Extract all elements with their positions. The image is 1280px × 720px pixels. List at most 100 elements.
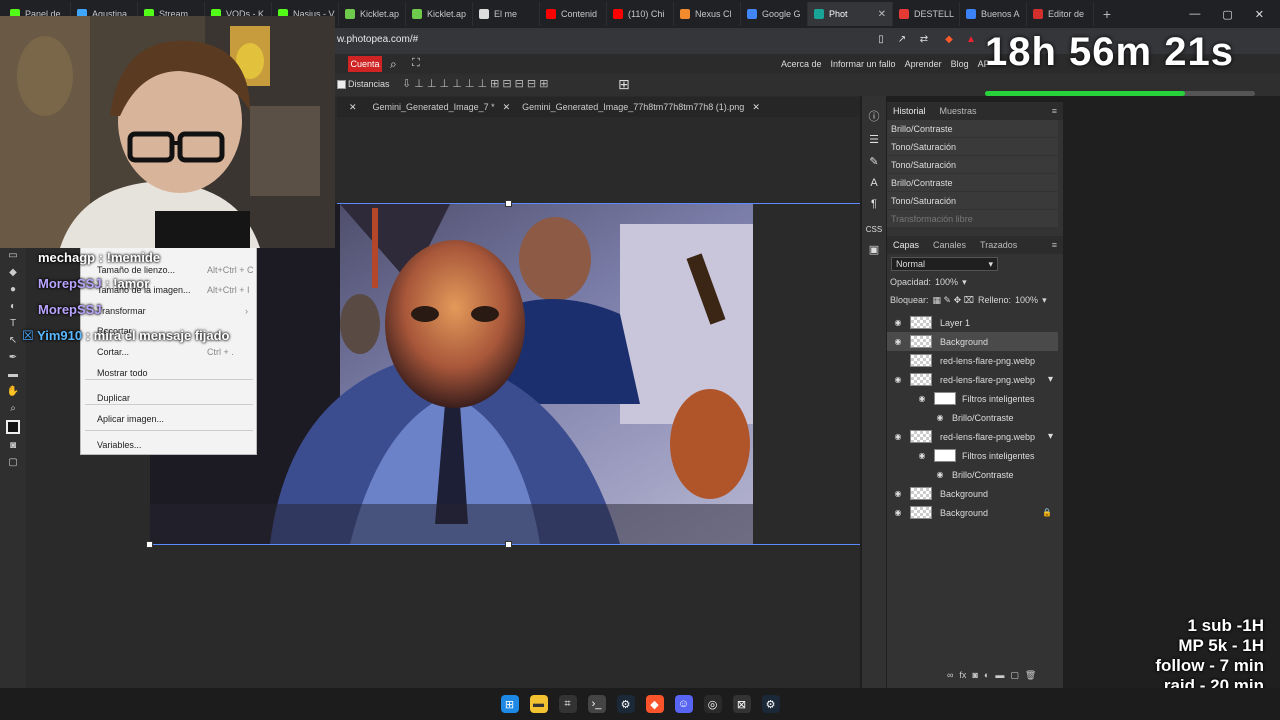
context-menu-item[interactable]: Mostrar todo (97, 368, 148, 378)
doc-tab-2[interactable]: Gemini_Generated_Image_77h8tm77h8tm77h8 … (522, 102, 744, 112)
browser-tab[interactable]: Nexus Cl (674, 2, 741, 26)
browser-tab[interactable]: Buenos A (960, 2, 1027, 26)
eye-icon[interactable]: ◉ (892, 375, 904, 384)
history-item[interactable]: Tono/Saturación (887, 138, 1058, 156)
xbox-icon[interactable]: ⊠ (732, 695, 751, 713)
doc-tab-close-icon[interactable]: ✕ (752, 102, 760, 113)
tab-close-icon[interactable]: ✕ (878, 9, 886, 20)
quick-mask-icon[interactable]: ◙ (10, 440, 16, 451)
layer-row[interactable]: ◉ Filtros inteligentes (887, 446, 1058, 465)
search-icon[interactable]: ⌕ (390, 57, 397, 72)
eye-icon[interactable]: ◉ (892, 318, 904, 327)
eye-icon[interactable]: ◉ (892, 508, 904, 517)
history-item[interactable]: Tono/Saturación (887, 156, 1058, 174)
image-icon[interactable]: ▣ (869, 243, 879, 256)
chevron-down-icon[interactable]: ▾ (1048, 374, 1053, 385)
browser-tab[interactable]: El me (473, 2, 540, 26)
zoom-tool-icon[interactable]: ⌕ (10, 403, 16, 414)
eye-icon[interactable]: ◉ (892, 337, 904, 346)
hand-tool-icon[interactable]: ✋ (7, 386, 19, 397)
share-icon[interactable]: ↗ (896, 34, 908, 46)
blur-tool-icon[interactable]: ● (10, 284, 16, 295)
eye-icon[interactable]: ◉ (916, 394, 928, 403)
brush-settings-icon[interactable]: ✎ (869, 155, 878, 168)
align-icon[interactable]: ⇩ ⊥ ⊥ ⊥ ⊥ ⊥ ⊥ ⊞ ⊟ ⊟ ⊟ ⊞ (402, 77, 548, 90)
adjustment-layer-icon[interactable]: ◐ (984, 670, 989, 681)
context-menu-item[interactable]: Cortar... Ctrl + . (97, 347, 234, 357)
layer-row[interactable]: ◉ Brillo/Contraste (887, 465, 1058, 484)
steam2-icon[interactable]: ⚙ (761, 695, 780, 713)
eye-icon[interactable]: ◉ (934, 413, 946, 422)
layer-row[interactable]: ◉ Brillo/Contraste (887, 408, 1058, 427)
color-swatch-icon[interactable] (6, 420, 20, 434)
paragraph-icon[interactable]: ¶ (871, 198, 877, 210)
tab-muestras[interactable]: Muestras (940, 106, 977, 116)
fullscreen-icon[interactable]: ⛶ (412, 57, 420, 70)
info-icon[interactable]: ⓘ (869, 108, 880, 124)
tab-canales[interactable]: Canales (933, 240, 966, 250)
eye-icon[interactable]: ◉ (934, 470, 946, 479)
top-link[interactable]: Blog (951, 59, 969, 69)
fill-tool-icon[interactable]: ◆ (9, 267, 17, 278)
obs-icon[interactable]: ◎ (703, 695, 722, 713)
browser-tab[interactable]: Kicklet.ap (406, 2, 473, 26)
screen-mode-icon[interactable]: ▢ (8, 457, 17, 468)
link-icon[interactable]: ∞ (947, 670, 953, 681)
browser-tab[interactable]: DESTELL (893, 2, 960, 26)
browser-tab[interactable]: Editor de (1027, 2, 1094, 26)
fill-value[interactable]: 100% (1015, 295, 1038, 305)
translate-icon[interactable]: ⇄ (918, 34, 930, 46)
eye-icon[interactable]: ◉ (892, 489, 904, 498)
top-link[interactable]: Acerca de (781, 59, 822, 69)
rewards-icon[interactable]: ▲ (965, 34, 977, 46)
doc-tab-close-icon[interactable]: ✕ (349, 102, 357, 113)
brave-shield-icon[interactable]: ◆ (943, 34, 955, 46)
css-icon[interactable]: CSS (866, 225, 882, 234)
dodge-tool-icon[interactable]: ◐ (10, 301, 16, 312)
new-tab-button[interactable]: + (1094, 6, 1120, 22)
context-menu-item[interactable]: Tamaño de lienzo... Alt+Ctrl + C (97, 265, 254, 275)
browser-tab[interactable]: Phot ✕ (808, 2, 893, 26)
close-button[interactable]: ✕ (1255, 8, 1264, 21)
context-menu-item[interactable]: Duplicar (97, 393, 130, 403)
browser-tab[interactable]: Kicklet.ap (339, 2, 406, 26)
history-item[interactable]: Brillo/Contraste (887, 120, 1058, 138)
windows-icon[interactable]: ⊞ (500, 695, 519, 713)
distances-checkbox[interactable] (337, 80, 346, 89)
url-field[interactable]: w.photopea.com/# (337, 34, 418, 45)
layer-row[interactable]: ◉ Background (887, 332, 1058, 351)
minimize-button[interactable]: — (1189, 8, 1200, 21)
app-icon[interactable]: ⌗ (558, 695, 577, 713)
eye-icon[interactable]: ◉ (892, 432, 904, 441)
history-item[interactable]: Brillo/Contraste (887, 174, 1058, 192)
pen-tool-icon[interactable]: ✒ (9, 352, 17, 363)
chevron-down-icon[interactable]: ▾ (1042, 295, 1047, 306)
steam-icon[interactable]: ⚙ (616, 695, 635, 713)
tab-capas[interactable]: Capas (893, 240, 919, 250)
new-layer-icon[interactable]: ▢ (1010, 670, 1019, 681)
type-tool-icon[interactable]: T (10, 318, 16, 329)
browser-tab[interactable]: Contenid (540, 2, 607, 26)
layer-row[interactable]: ◉ Background 🔒 (887, 503, 1058, 522)
fx-icon[interactable]: fx (959, 670, 966, 681)
top-link[interactable]: Aprender (905, 59, 942, 69)
eye-icon[interactable]: ◉ (916, 451, 928, 460)
opacity-value[interactable]: 100% (935, 277, 958, 287)
adjustments-icon[interactable]: ☰ (869, 133, 879, 146)
browser-tab[interactable]: Google G (741, 2, 808, 26)
trash-icon[interactable]: 🗑 (1025, 670, 1036, 681)
account-button[interactable]: Cuenta (348, 56, 382, 72)
history-item[interactable]: Transformación libre (887, 210, 1058, 228)
layer-row[interactable]: ◉ Layer 1 (887, 313, 1058, 332)
layer-row[interactable]: ◉ red-lens-flare-png.webp ▾ (887, 370, 1058, 389)
context-menu-item[interactable]: Transformar › (97, 306, 248, 316)
layer-row[interactable]: red-lens-flare-png.webp (887, 351, 1058, 370)
terminal-icon[interactable]: ›_ (587, 695, 606, 713)
file-explorer-icon[interactable]: ▬ (529, 695, 548, 713)
chevron-down-icon[interactable]: ▾ (962, 277, 967, 288)
eraser-tool-icon[interactable]: ▭ (8, 250, 17, 261)
transform-handle-top[interactable] (505, 200, 512, 207)
browser-tab[interactable]: (110) Chi (607, 2, 674, 26)
transform-handle-bottom-left[interactable] (146, 541, 153, 548)
context-menu-item[interactable]: Variables... (97, 440, 141, 450)
